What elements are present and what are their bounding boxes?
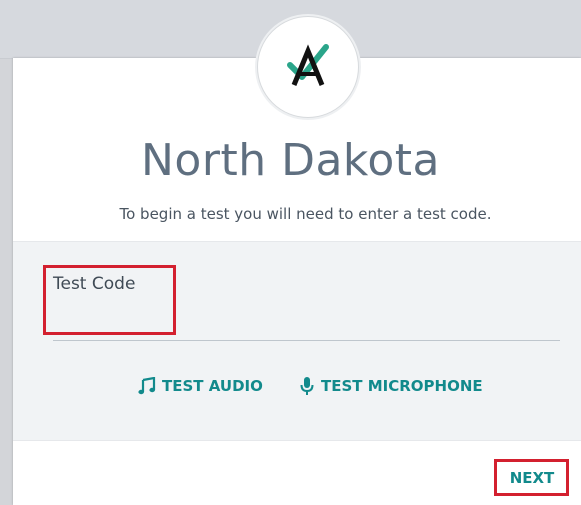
page-subtitle: To begin a test you will need to enter a…	[119, 205, 492, 223]
test-audio-label: TEST AUDIO	[162, 377, 263, 395]
highlight-box-next	[494, 459, 569, 496]
airways-check-logo-icon	[287, 44, 329, 86]
highlight-box-test-code	[43, 265, 176, 335]
music-note-icon	[138, 377, 156, 395]
page-title: North Dakota	[141, 135, 440, 186]
microphone-icon	[300, 377, 314, 395]
logo-inner	[265, 24, 351, 110]
test-microphone-button[interactable]: TEST MICROPHONE	[299, 375, 483, 397]
test-audio-button[interactable]: TEST AUDIO	[138, 375, 263, 397]
test-microphone-label: TEST MICROPHONE	[321, 377, 483, 395]
logo-badge	[257, 16, 359, 118]
